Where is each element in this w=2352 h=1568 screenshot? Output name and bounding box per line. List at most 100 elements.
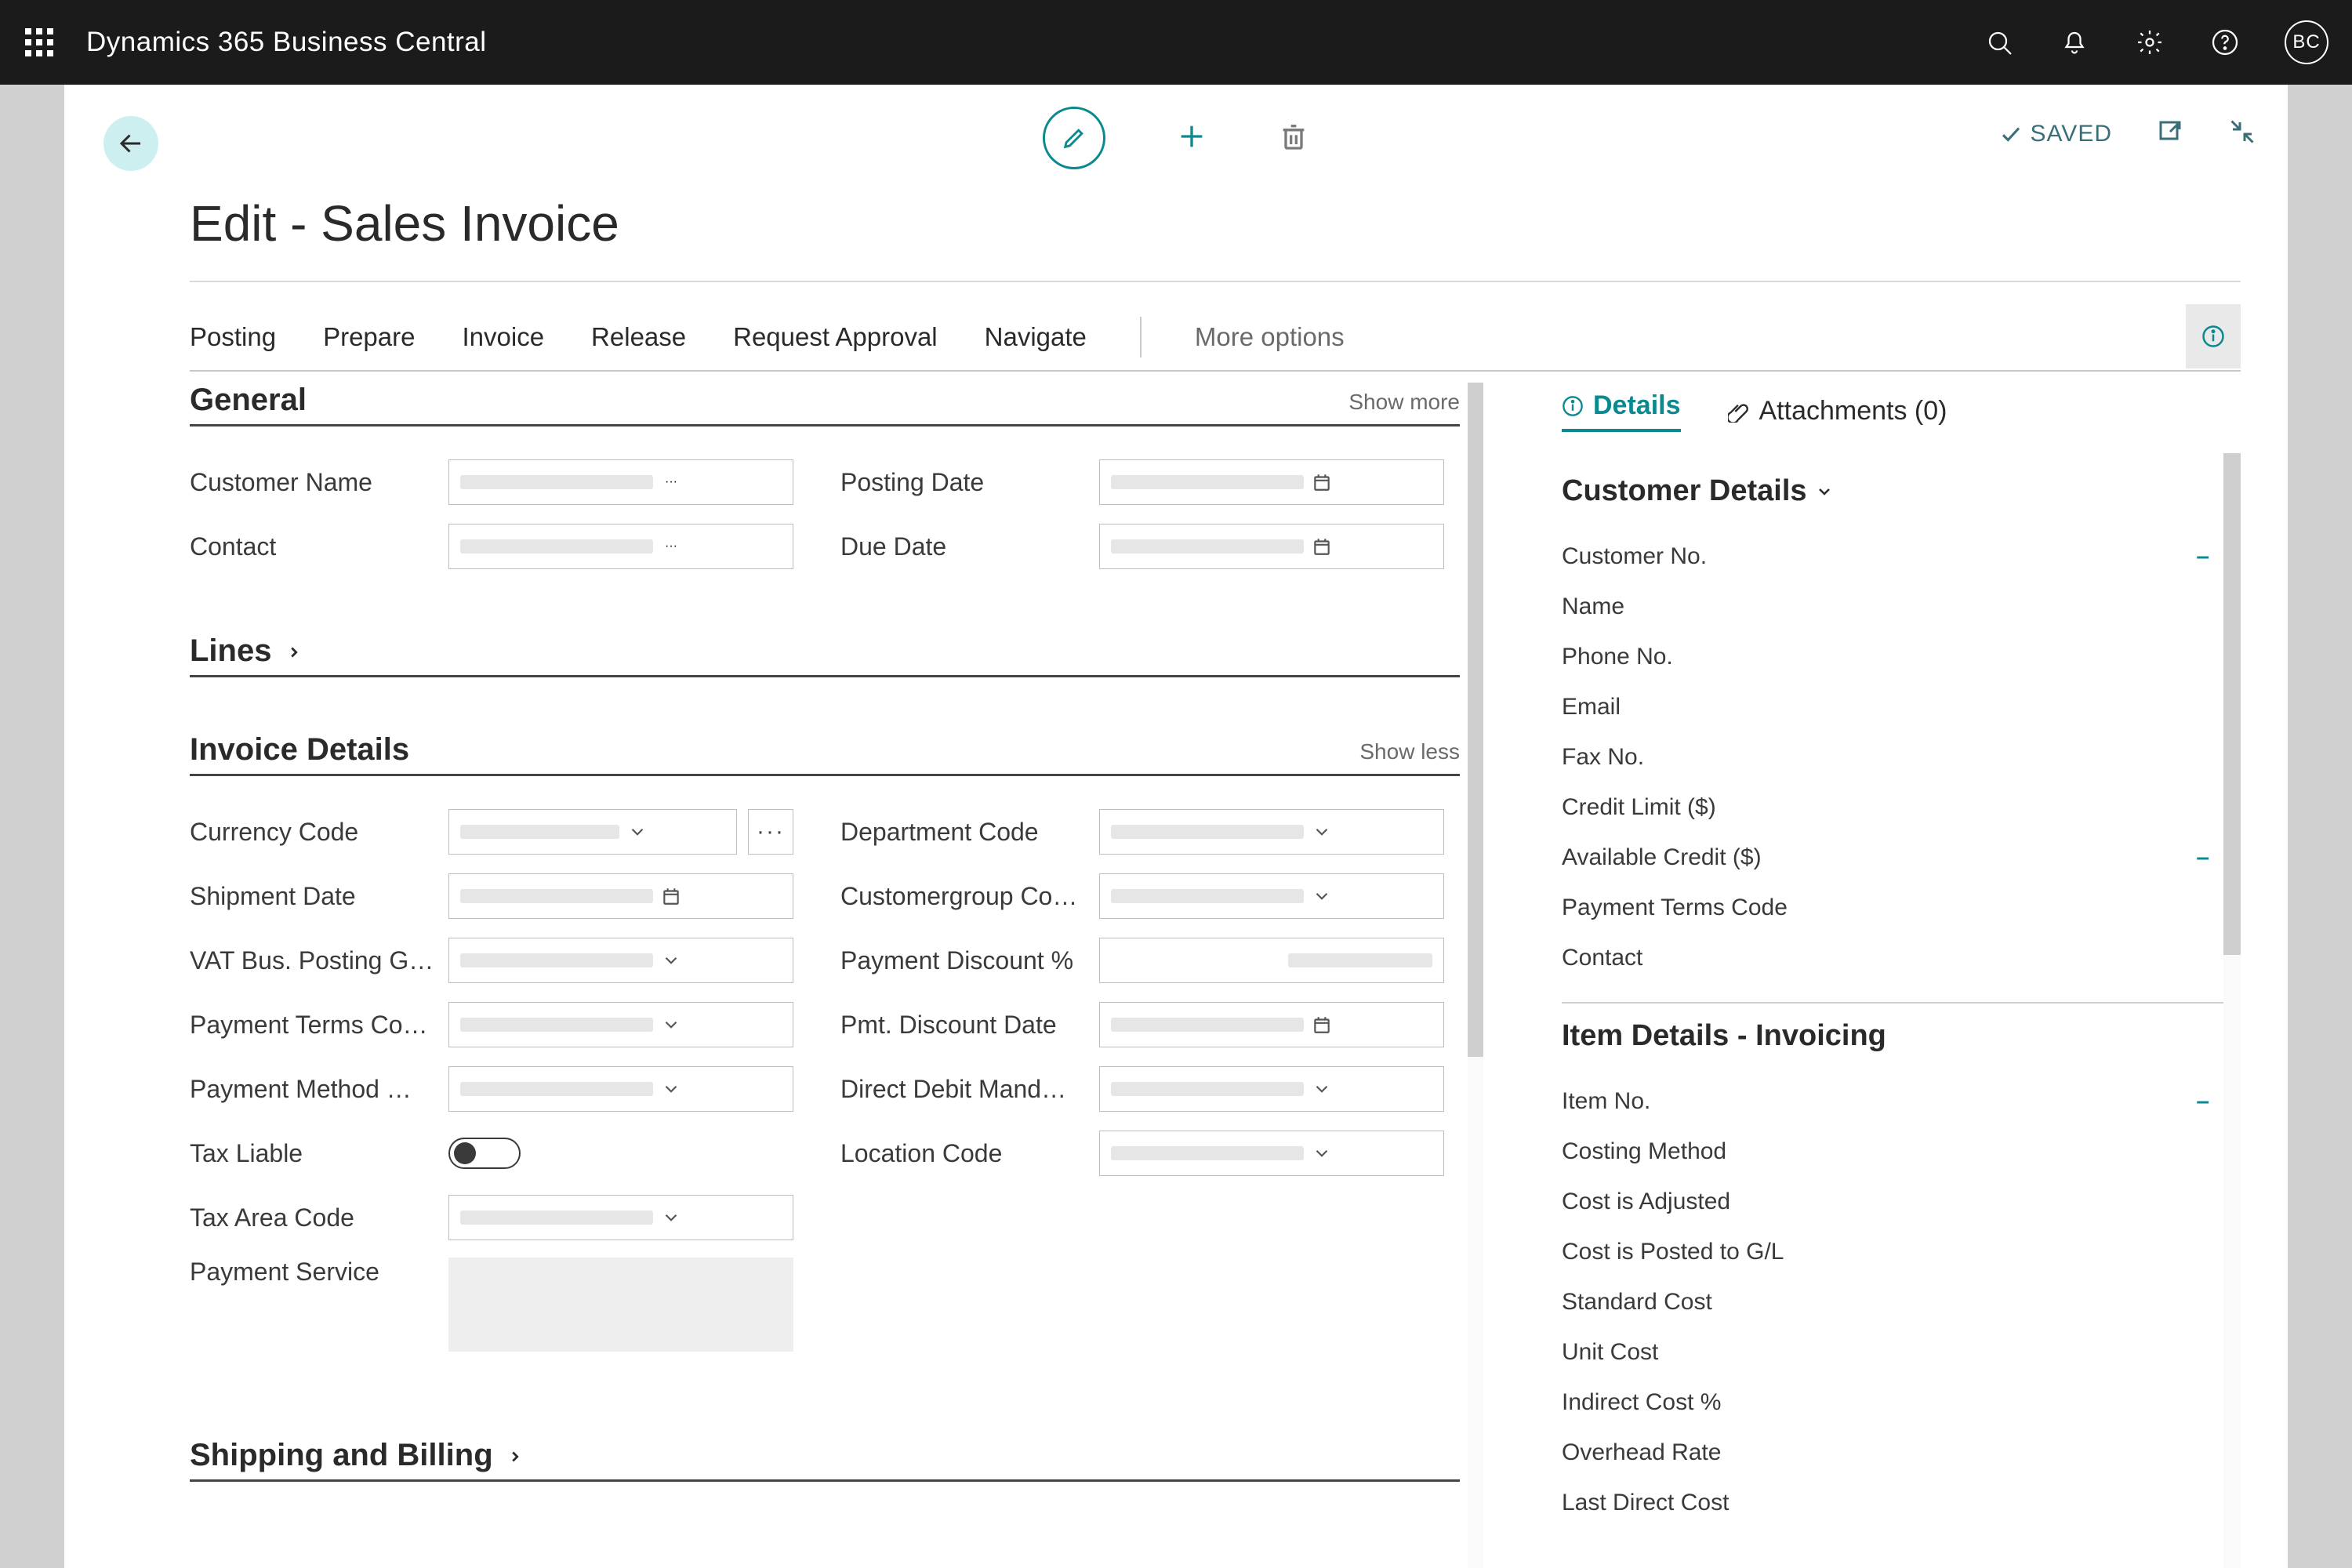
pmt-discount-date-input[interactable] [1099, 1002, 1444, 1047]
new-button[interactable] [1176, 121, 1207, 156]
calendar-icon[interactable] [1304, 1003, 1340, 1047]
popout-button[interactable] [2156, 118, 2184, 150]
chevron-down-icon[interactable] [1304, 874, 1340, 918]
chevron-right-icon [506, 1438, 524, 1473]
vat-bus-input[interactable] [448, 938, 793, 983]
section-general-header[interactable]: General Show more [190, 383, 1460, 426]
chevron-down-icon[interactable] [619, 810, 655, 854]
tab-release[interactable]: Release [591, 322, 686, 352]
payment-terms-input[interactable] [448, 1002, 793, 1047]
label-tax-area: Tax Area Code [190, 1203, 448, 1232]
tax-area-input[interactable] [448, 1195, 793, 1240]
delete-button[interactable] [1278, 121, 1309, 156]
divider [1562, 1002, 2241, 1004]
app-launcher-icon[interactable] [24, 27, 55, 58]
department-code-input[interactable] [1099, 809, 1444, 855]
avatar[interactable]: BC [2285, 20, 2328, 64]
chevron-down-icon[interactable] [653, 1196, 689, 1240]
section-shipping-header[interactable]: Shipping and Billing [190, 1438, 1460, 1482]
factbox-customer-details-header[interactable]: Customer Details [1562, 474, 2241, 508]
scrollbar-thumb[interactable] [1468, 383, 1483, 1057]
label-posting-date: Posting Date [840, 468, 1099, 497]
ellipsis-icon[interactable]: ··· [653, 460, 689, 504]
collapse-button[interactable] [2228, 118, 2256, 150]
chevron-down-icon [1815, 482, 1834, 501]
fb-label: Standard Cost [1562, 1289, 1712, 1316]
page-title: Edit - Sales Invoice [190, 194, 619, 252]
paperclip-icon [1728, 401, 1750, 423]
tab-navigate[interactable]: Navigate [985, 322, 1087, 352]
fb-label: Overhead Rate [1562, 1439, 1721, 1466]
help-icon[interactable] [2209, 27, 2241, 58]
currency-code-input[interactable] [448, 809, 737, 855]
location-code-input[interactable] [1099, 1131, 1444, 1176]
fb-value[interactable]: – [2196, 1088, 2209, 1115]
label-tax-liable: Tax Liable [190, 1139, 448, 1168]
tab-posting[interactable]: Posting [190, 322, 276, 352]
label-payment-terms: Payment Terms Co… [190, 1011, 448, 1040]
label-currency-code: Currency Code [190, 818, 448, 847]
fb-label: Last Direct Cost [1562, 1490, 1729, 1516]
fb-label: Cost is Posted to G/L [1562, 1239, 1784, 1265]
direct-debit-input[interactable] [1099, 1066, 1444, 1112]
ellipsis-icon[interactable]: ··· [653, 524, 689, 568]
tab-request-approval[interactable]: Request Approval [733, 322, 938, 352]
factbox-pane: Details Attachments (0) Customer Details… [1562, 390, 2241, 1568]
chevron-down-icon[interactable] [653, 1003, 689, 1047]
more-options[interactable]: More options [1195, 322, 1345, 352]
toolbar: SAVED [64, 85, 2288, 163]
factbox-item-details-header[interactable]: Item Details - Invoicing [1562, 1019, 2241, 1053]
calendar-icon[interactable] [653, 874, 689, 918]
section-invoice-details-header[interactable]: Invoice Details Show less [190, 732, 1460, 776]
show-less-link[interactable]: Show less [1359, 739, 1460, 768]
factbox-tab-details[interactable]: Details [1562, 390, 1681, 432]
bell-icon[interactable] [2059, 27, 2090, 58]
tax-liable-toggle[interactable] [448, 1138, 521, 1169]
label-vat-bus: VAT Bus. Posting G… [190, 946, 448, 975]
factbox-scrollbar[interactable] [2223, 453, 2241, 1568]
check-icon [1999, 122, 2023, 146]
payment-discount-pct-input[interactable] [1099, 938, 1444, 983]
label-payment-discount-pct: Payment Discount % [840, 946, 1099, 975]
due-date-input[interactable] [1099, 524, 1444, 569]
fb-label: Payment Terms Code [1562, 895, 1788, 921]
fb-label: Item No. [1562, 1088, 1650, 1115]
search-icon[interactable] [1984, 27, 2015, 58]
calendar-icon[interactable] [1304, 524, 1340, 568]
fb-value[interactable]: – [2196, 844, 2209, 871]
fb-value[interactable]: – [2196, 543, 2209, 570]
customergroup-input[interactable] [1099, 873, 1444, 919]
label-department-code: Department Code [840, 818, 1099, 847]
posting-date-input[interactable] [1099, 459, 1444, 505]
factbox-toggle-button[interactable] [2186, 304, 2241, 368]
chevron-right-icon [285, 633, 303, 669]
chevron-down-icon[interactable] [653, 1067, 689, 1111]
section-lines-header[interactable]: Lines [190, 633, 1460, 677]
chevron-down-icon[interactable] [1304, 810, 1340, 854]
payment-service-box[interactable] [448, 1258, 793, 1352]
shipment-date-input[interactable] [448, 873, 793, 919]
scrollbar-thumb[interactable] [2223, 453, 2241, 955]
factbox-tab-attachments[interactable]: Attachments (0) [1728, 396, 1947, 426]
customer-name-input[interactable]: ··· [448, 459, 793, 505]
fb-label: Customer No. [1562, 543, 1707, 570]
currency-extra-button[interactable]: ··· [748, 809, 793, 855]
chevron-down-icon[interactable] [653, 938, 689, 982]
divider [190, 281, 2241, 282]
show-more-link[interactable]: Show more [1348, 390, 1460, 418]
tab-invoice[interactable]: Invoice [462, 322, 544, 352]
contact-input[interactable]: ··· [448, 524, 793, 569]
label-shipment-date: Shipment Date [190, 882, 448, 911]
main-scrollbar[interactable] [1468, 383, 1483, 1568]
chevron-down-icon[interactable] [1304, 1131, 1340, 1175]
gear-icon[interactable] [2134, 27, 2165, 58]
fb-label: Contact [1562, 945, 1642, 971]
fb-label: Costing Method [1562, 1138, 1726, 1165]
back-button[interactable] [103, 116, 158, 171]
payment-method-input[interactable] [448, 1066, 793, 1112]
label-payment-method: Payment Method … [190, 1075, 448, 1104]
tab-prepare[interactable]: Prepare [323, 322, 415, 352]
edit-button[interactable] [1043, 107, 1105, 169]
calendar-icon[interactable] [1304, 460, 1340, 504]
chevron-down-icon[interactable] [1304, 1067, 1340, 1111]
